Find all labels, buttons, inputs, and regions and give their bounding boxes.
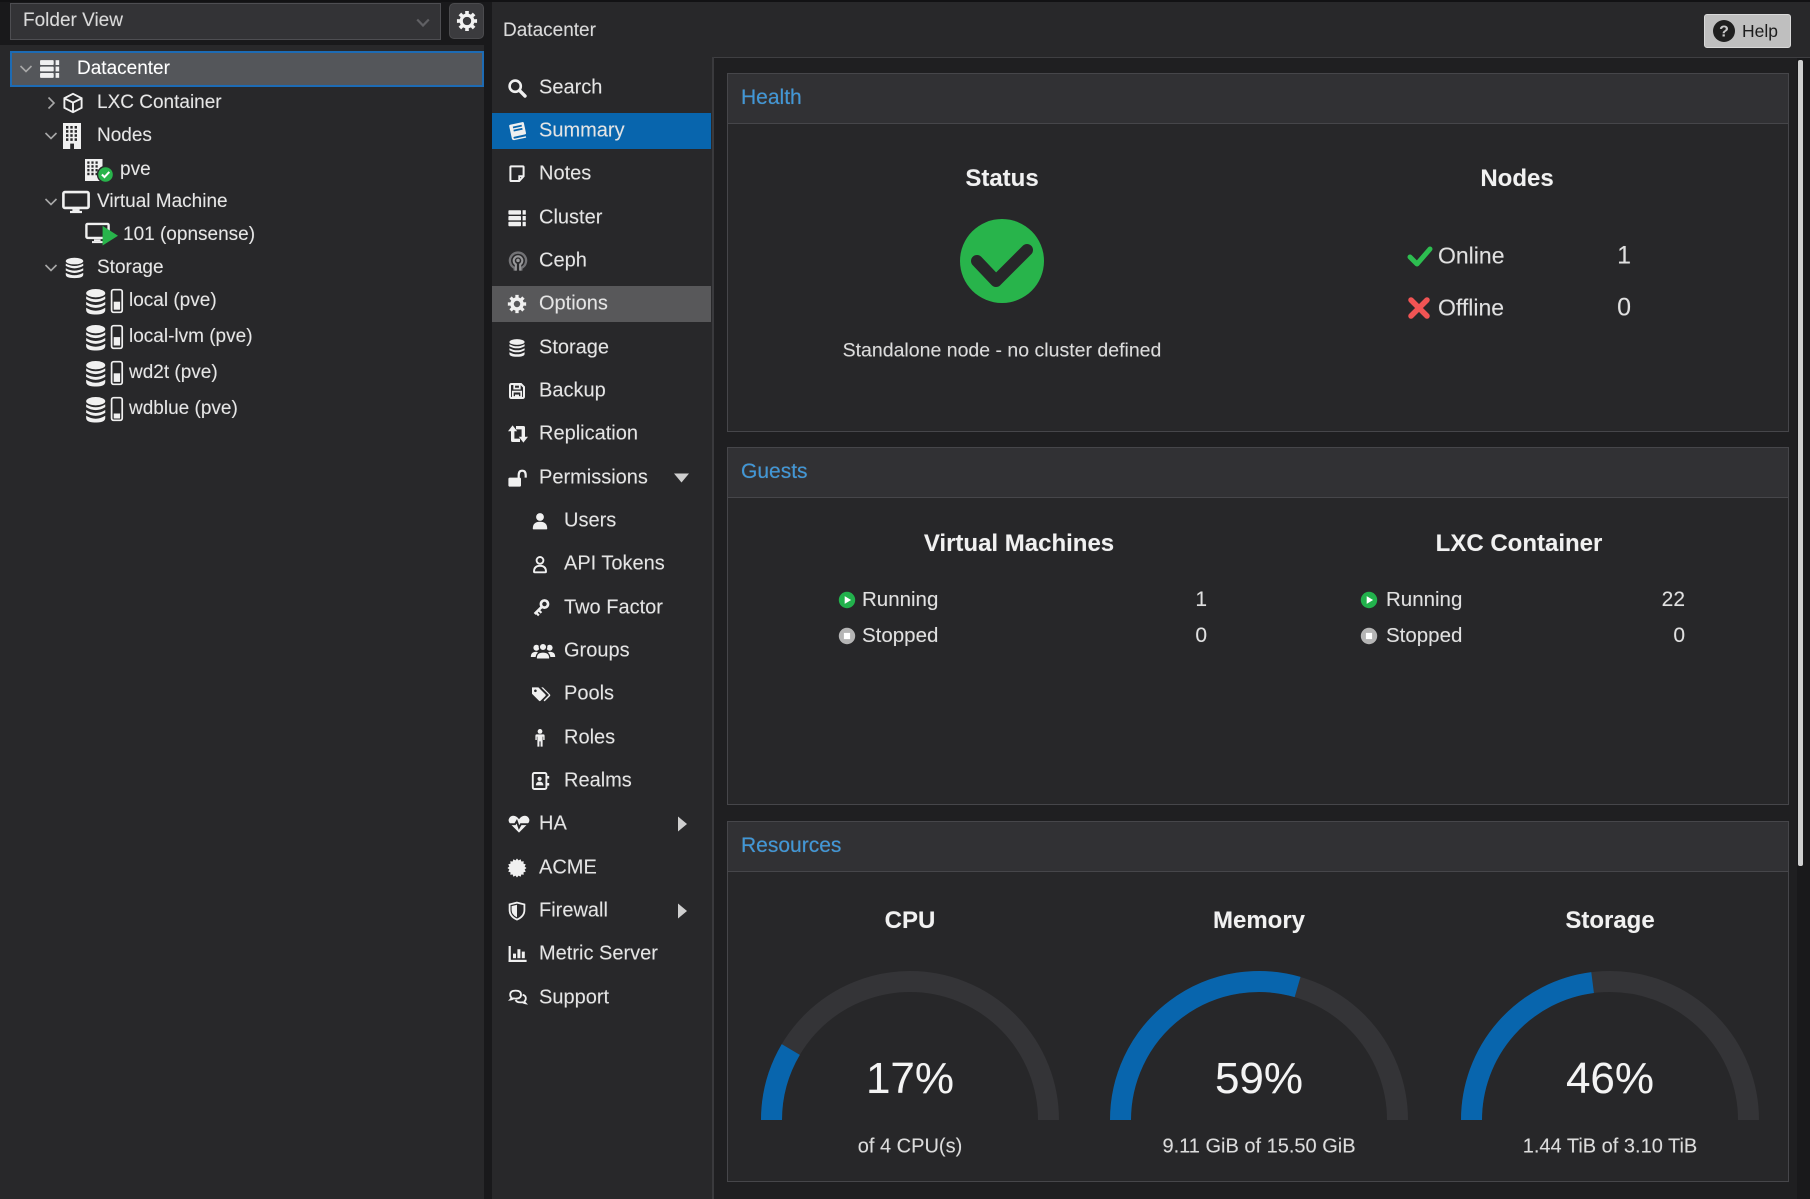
svg-text:?: ? [1719, 24, 1729, 41]
